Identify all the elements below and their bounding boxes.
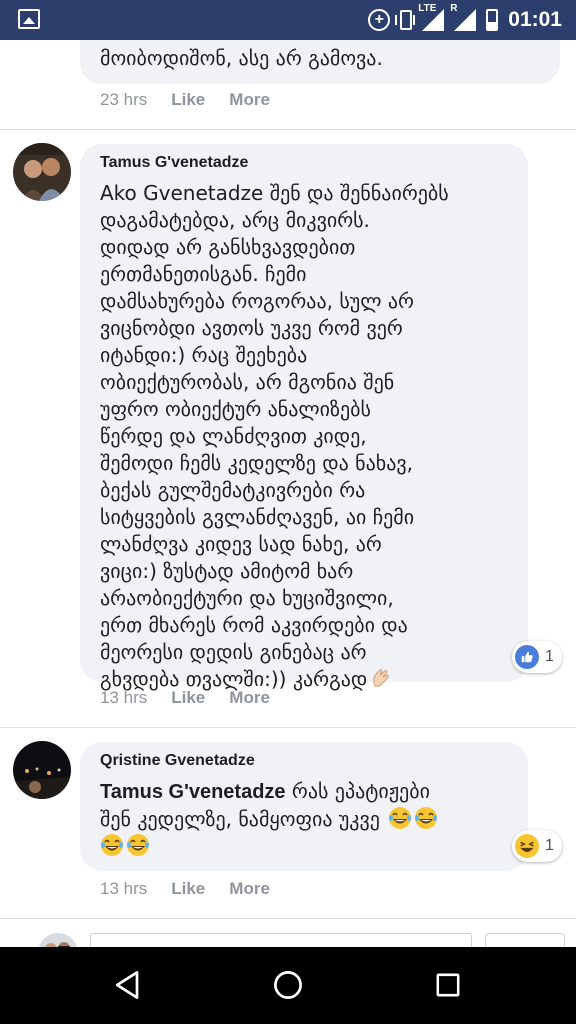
- tears-of-joy-emoji-icon: [415, 807, 438, 829]
- reaction-count: 1: [545, 648, 554, 665]
- comment-actions: 23 hrs Like More: [100, 90, 270, 110]
- reply-input[interactable]: [90, 933, 472, 947]
- comment-text-line: Ako Gvenetadze შენ და შენნაირებს: [100, 181, 449, 205]
- comment-text-line: იტანდი:) რაც შეეხება: [100, 343, 308, 367]
- comment-text-line: დაგამატებდა, არც მიკვირს.: [100, 208, 370, 232]
- avatar[interactable]: [13, 741, 71, 799]
- comment-text-line: [100, 833, 508, 860]
- avatar[interactable]: [13, 143, 71, 201]
- roaming-label: R: [450, 3, 458, 14]
- comment-text-line: Tamus G'venetadze რას ეპატიჟები: [100, 778, 508, 806]
- battery-icon: [486, 9, 499, 31]
- like-link[interactable]: Like: [171, 688, 205, 708]
- comment-text-part: შენ კედელზე, ნამყოფია უკვე: [100, 807, 380, 831]
- avatar-photo-icon: [13, 741, 71, 799]
- comments-feed[interactable]: მოიბოდიშონ, ასე არ გამოვა. 23 hrs Like M…: [0, 40, 576, 947]
- comment-text-line: ვიცი:) ზუსტად ამიტომ ხარ: [100, 559, 354, 583]
- roaming-signal-icon: R: [450, 3, 477, 31]
- comment-text-line: არაობიექტური და ხუციშვილი,: [100, 586, 394, 610]
- comment-text-line: დამსახურება როგორაა, სულ არ: [100, 289, 414, 313]
- reaction-badge[interactable]: 1: [512, 641, 562, 673]
- haha-icon: [515, 834, 539, 858]
- reply-avatar: [38, 933, 78, 947]
- comment-text-line: შენ კედელზე, ნამყოფია უკვე: [100, 806, 508, 833]
- more-link[interactable]: More: [229, 688, 270, 708]
- vibrate-icon: [395, 10, 416, 30]
- tears-of-joy-emoji-icon: [389, 807, 412, 829]
- like-link[interactable]: Like: [171, 879, 205, 899]
- comment-divider: [0, 129, 576, 130]
- recents-icon[interactable]: [428, 965, 468, 1005]
- home-icon[interactable]: [268, 965, 308, 1005]
- comment-text: Tamus G'venetadze რას ეპატიჟები შენ კედე…: [100, 778, 508, 860]
- like-link[interactable]: Like: [171, 90, 205, 110]
- comment-text-line: უფრო ობიექტურ ანალიზებს: [100, 397, 371, 421]
- more-link[interactable]: More: [229, 879, 270, 899]
- comment-text-part: რას ეპატიჟები: [291, 779, 430, 803]
- tears-of-joy-emoji-icon: [127, 834, 149, 856]
- avatar-photo-icon: [13, 143, 71, 201]
- comment-text-line: ბექას გულშემატკივრები რა: [100, 478, 366, 502]
- tears-of-joy-emoji-icon: [101, 834, 123, 856]
- comment-text-line: ვიცნობდი ავთოს უკვე რომ ვერ: [100, 316, 403, 340]
- comment-bubble[interactable]: მოიბოდიშონ, ასე არ გამოვა.: [80, 40, 560, 84]
- data-saver-icon: +: [368, 9, 391, 31]
- like-icon: [515, 645, 539, 669]
- comment-text-line: ერთმანეთისგან. ჩემი: [100, 262, 307, 286]
- status-clock: 01:01: [508, 8, 562, 31]
- comment-time[interactable]: 13 hrs: [100, 879, 147, 899]
- comment-text-line: ერთ მხარეს რომ აკვირდები და: [100, 613, 408, 637]
- reaction-badge[interactable]: 1: [512, 830, 562, 862]
- navigation-bar: [0, 947, 576, 1024]
- status-bar: + LTE R 01:01: [0, 0, 576, 40]
- comment-time[interactable]: 23 hrs: [100, 90, 147, 110]
- comment-text-line: დიდად არ განსხვავდებით: [100, 235, 356, 259]
- back-icon[interactable]: [108, 965, 148, 1005]
- comment-text-line: ლანძღვა კიდევ სად ნახე, არ: [100, 532, 382, 556]
- lte-label: LTE: [418, 3, 437, 14]
- reply-button[interactable]: [485, 933, 565, 947]
- status-icons: + LTE R 01:01: [368, 3, 562, 34]
- mention-link[interactable]: Tamus G'venetadze: [100, 781, 286, 803]
- comment-text-line: ობიექტურობას, არ მგონია შენ: [100, 370, 395, 394]
- comment-author[interactable]: Qristine Gvenetadze: [100, 752, 508, 770]
- comment-bubble[interactable]: Tamus G'venetadze Ako Gvenetadze შენ და …: [80, 144, 528, 691]
- clapping-hands-emoji-icon: [373, 669, 390, 687]
- comment-text: Ako Gvenetadze შენ და შენნაირებს დაგამატ…: [100, 180, 508, 693]
- comment-time[interactable]: 13 hrs: [100, 688, 147, 708]
- more-link[interactable]: More: [229, 90, 270, 110]
- comment-text-line: წერდე და ლანძღვით კიდე,: [100, 424, 367, 448]
- comment-divider: [0, 918, 576, 919]
- image-notification-icon: [18, 9, 40, 29]
- comment-text: მოიბოდიშონ, ასე არ გამოვა.: [100, 46, 383, 70]
- comment-author[interactable]: Tamus G'venetadze: [100, 154, 508, 172]
- comment-bubble[interactable]: Qristine Gvenetadze Tamus G'venetadze რა…: [80, 742, 528, 871]
- comment-text-line: მეორესი დედის გინებაც არ: [100, 640, 367, 664]
- reaction-count: 1: [545, 837, 554, 854]
- comment-text-line: სიტყვების გვლანძღავენ, აი ჩემი: [100, 505, 415, 529]
- comment-actions: 13 hrs Like More: [100, 688, 270, 708]
- comment-text-line: შემოდი ჩემს კედელზე და ნახავ,: [100, 451, 413, 475]
- comment-divider: [0, 727, 576, 728]
- lte-signal-icon: LTE: [418, 3, 445, 31]
- comment-actions: 13 hrs Like More: [100, 879, 270, 899]
